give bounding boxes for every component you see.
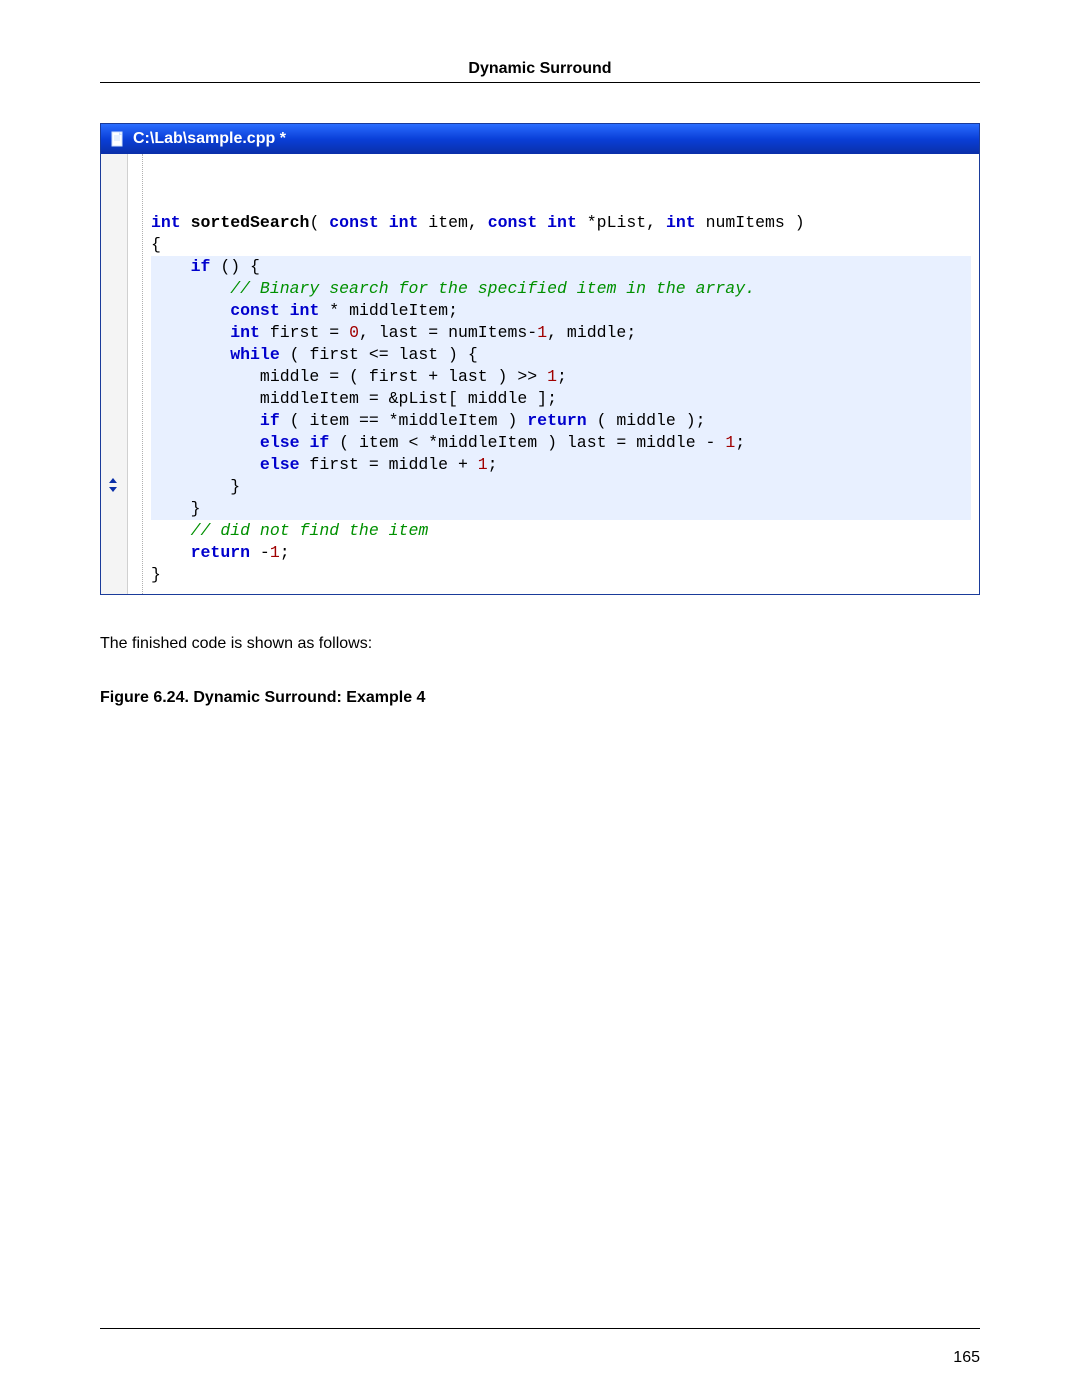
surround-highlight-block: if () { // Binary search for the specifi… bbox=[151, 256, 971, 520]
document-page: Dynamic Surround C:\Lab\sample.cpp * bbox=[0, 0, 1080, 1397]
code-line: int sortedSearch( const int item, const … bbox=[151, 213, 805, 232]
body-paragraph: The finished code is shown as follows: bbox=[100, 635, 980, 653]
document-icon bbox=[111, 131, 125, 147]
page-header-title: Dynamic Surround bbox=[100, 60, 980, 78]
expand-collapse-icon[interactable] bbox=[105, 476, 121, 499]
editor-body: int sortedSearch( const int item, const … bbox=[101, 154, 979, 594]
editor-margin bbox=[128, 154, 143, 594]
window-title-text: C:\Lab\sample.cpp * bbox=[133, 130, 286, 148]
code-area[interactable]: int sortedSearch( const int item, const … bbox=[143, 154, 979, 586]
code-scroll-area[interactable]: int sortedSearch( const int item, const … bbox=[143, 154, 979, 594]
editor-gutter[interactable] bbox=[101, 154, 128, 594]
editor-window: C:\Lab\sample.cpp * int sortedSearch( co… bbox=[100, 123, 980, 595]
blank-line bbox=[151, 191, 161, 210]
page-number: 165 bbox=[953, 1349, 980, 1367]
window-titlebar[interactable]: C:\Lab\sample.cpp * bbox=[101, 124, 979, 154]
figure-caption: Figure 6.24. Dynamic Surround: Example 4 bbox=[100, 689, 980, 707]
code-line: { bbox=[151, 235, 161, 254]
header-divider bbox=[100, 82, 980, 83]
footer-divider bbox=[100, 1328, 980, 1329]
